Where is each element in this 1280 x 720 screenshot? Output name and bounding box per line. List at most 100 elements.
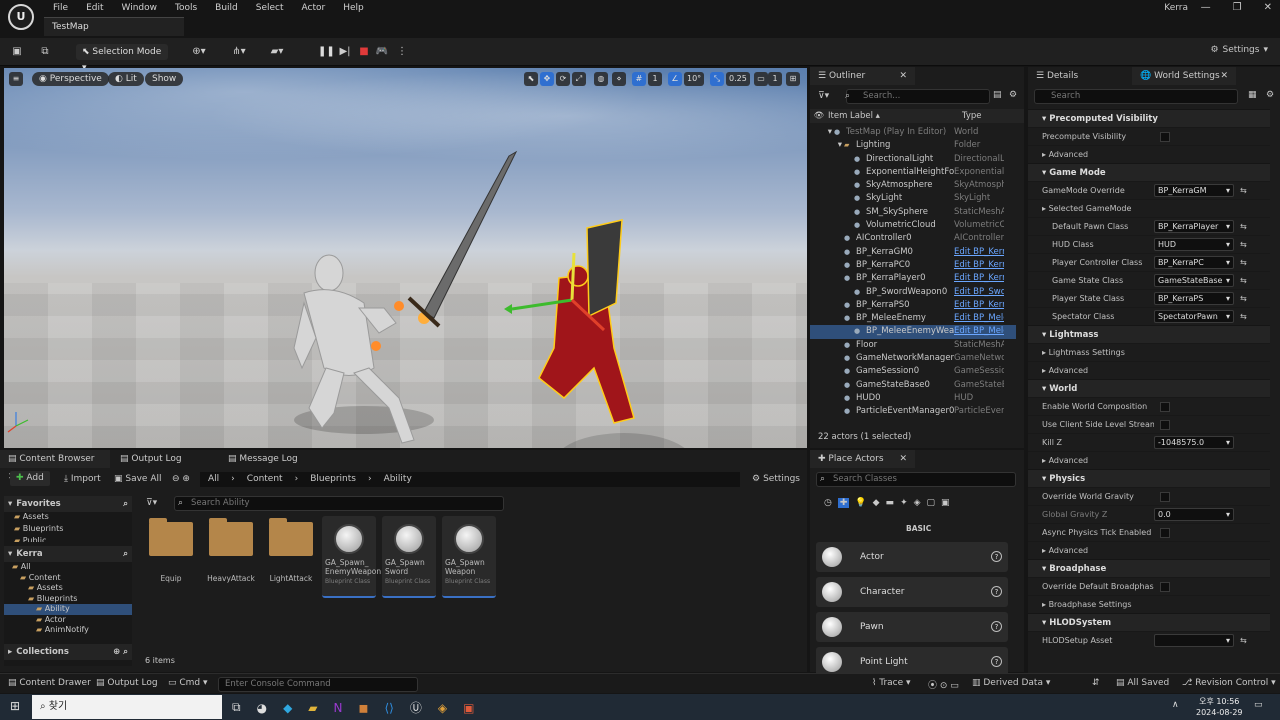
stop-icon[interactable]: ■ <box>357 45 371 59</box>
clock[interactable]: 오후 10:56 2024-08-29 <box>1196 696 1243 718</box>
outliner-row[interactable]: ● GameSession0 GameSessio <box>810 365 1016 378</box>
help-icon[interactable]: ? <box>991 656 1002 667</box>
cinematic-category-icon[interactable]: ▬ <box>886 498 895 508</box>
step-icon[interactable]: ▶| <box>338 45 352 59</box>
outliner-row[interactable]: ● GameNetworkManager0GameNetwor <box>810 352 1016 365</box>
outliner-row[interactable]: ● SkyLight SkyLight <box>810 192 1016 205</box>
grid-size-value[interactable]: 1 <box>648 72 662 86</box>
maximize-icon[interactable]: ❐ <box>1233 2 1242 13</box>
save-icon[interactable]: ▣ <box>10 45 24 59</box>
content-search-input[interactable]: Search Ability <box>174 496 504 511</box>
breadcrumb-all[interactable]: All <box>208 472 219 487</box>
shapes-category-icon[interactable]: ◆ <box>873 498 880 508</box>
rotate-tool-icon[interactable]: ⟳ <box>556 72 570 86</box>
outliner-row[interactable]: ▾ ▰ Lighting Folder <box>810 139 1016 152</box>
windows-start-icon[interactable]: ⊞ <box>10 699 20 713</box>
unreal-logo-icon[interactable]: U <box>8 4 34 30</box>
outliner-row[interactable]: ● ParticleEventManager0 ParticleEven <box>810 405 1016 418</box>
cmd-dropdown[interactable]: ▭ Cmd ▾ <box>168 678 208 688</box>
record-icon[interactable]: ⦿ ⊙ ▭ <box>928 678 959 691</box>
tab-world-settings[interactable]: 🌐 World Settings ✕ <box>1132 67 1236 85</box>
app-icon[interactable]: ◆ <box>283 701 292 715</box>
column-type[interactable]: Type <box>962 111 982 121</box>
property-dropdown[interactable]: BP_KerraPS <box>1154 292 1234 305</box>
property-checkbox[interactable] <box>1160 420 1170 430</box>
vscode-icon[interactable]: ⟨⟩ <box>384 701 393 715</box>
help-icon[interactable]: ? <box>991 621 1002 632</box>
browse-asset-icon[interactable]: ⇆ <box>1240 632 1247 649</box>
property-number-input[interactable]: 0.0 <box>1154 508 1234 521</box>
property-dropdown[interactable]: BP_KerraPC <box>1154 256 1234 269</box>
details-subsection[interactable]: ▸ Lightmass Settings <box>1028 343 1270 361</box>
browse-asset-icon[interactable]: ⇆ <box>1240 236 1247 253</box>
search-icon[interactable]: ⌕ <box>123 549 128 559</box>
close-icon[interactable]: ✕ <box>899 67 907 85</box>
details-section-header[interactable]: ▾ Broadphase <box>1028 559 1270 577</box>
console-input[interactable]: Enter Console Command <box>218 677 418 692</box>
source-control-icon[interactable]: ⇵ <box>1092 678 1100 688</box>
tab-testmap[interactable]: TestMap <box>44 17 184 36</box>
favorite-item[interactable]: ▰ Blueprints <box>4 524 132 536</box>
table-view-icon[interactable]: ▦ <box>1248 90 1257 100</box>
import-button[interactable]: ⤓ Import <box>64 472 101 487</box>
tab-output-log[interactable]: ▤ Output Log <box>112 450 207 468</box>
menu-select[interactable]: Select <box>247 0 293 17</box>
column-item-label[interactable]: Item Label ▴ <box>828 111 962 121</box>
grid-snap-icon[interactable]: # <box>632 72 646 86</box>
all-saved-button[interactable]: ▤ All Saved <box>1116 678 1169 688</box>
menu-edit[interactable]: Edit <box>77 0 112 17</box>
outliner-row[interactable]: ● Floor StaticMeshA <box>810 339 1016 352</box>
outliner-item-type[interactable]: Edit BP_Kerr <box>954 259 1004 272</box>
details-subsection[interactable]: ▸ Advanced <box>1028 361 1270 379</box>
app-icon[interactable]: ◈ <box>438 701 447 715</box>
menu-actor[interactable]: Actor <box>293 0 335 17</box>
history-back-icon[interactable]: ⊖ ⊕ <box>172 472 190 487</box>
folder-tree-item[interactable]: ▰ AnimNotify <box>4 625 132 634</box>
surface-snap-icon[interactable]: ⋄ <box>612 72 626 86</box>
project-header[interactable]: ▾ Kerra ⌕ <box>4 546 132 562</box>
level-viewport[interactable]: ≡ ◉ Perspective ◐ Lit Show ⬉ ✥ ⟳ ⤢ ◍ ⋄ #… <box>4 68 807 448</box>
details-section-header[interactable]: ▾ HLODSystem <box>1028 613 1270 631</box>
all-classes-category-icon[interactable]: ▣ <box>941 498 950 508</box>
outliner-item-type[interactable]: Edit BP_Kerr <box>954 299 1004 312</box>
property-dropdown[interactable]: HUD <box>1154 238 1234 251</box>
property-dropdown[interactable]: BP_KerraPlayer <box>1154 220 1234 233</box>
lit-button[interactable]: ◐ Lit <box>108 72 144 86</box>
select-tool-icon[interactable]: ⬉ <box>524 72 538 86</box>
details-subsection[interactable]: ▸ Advanced <box>1028 145 1270 163</box>
content-settings-button[interactable]: ⚙ Settings <box>752 472 800 487</box>
menu-tools[interactable]: Tools <box>166 0 206 17</box>
help-icon[interactable]: ? <box>991 551 1002 562</box>
browse-asset-icon[interactable]: ⇆ <box>1240 308 1247 325</box>
outliner-row[interactable]: ▾ ● TestMap (Play In Editor) World <box>810 126 1016 139</box>
blueprint-asset-tile[interactable]: GA_Spawn_ EnemyWeapon Blueprint Class <box>322 516 381 598</box>
blueprint-asset-tile[interactable]: GA_Spawn Sword Blueprint Class <box>382 516 436 598</box>
selection-mode-button[interactable]: ⬉ Selection Mode ▾ <box>76 44 168 73</box>
search-icon[interactable]: ⌕ <box>123 499 128 509</box>
details-section-header[interactable]: ▾ Precomputed Visibility <box>1028 109 1270 127</box>
save-all-button[interactable]: ▣ Save All <box>114 472 162 487</box>
tab-place-actors[interactable]: ✚ Place Actors ✕ <box>810 450 915 468</box>
place-search-input[interactable]: Search Classes <box>816 472 1016 487</box>
folder-tile[interactable]: LightAttack <box>264 516 318 583</box>
outliner-row[interactable]: ● SkyAtmosphere SkyAtmosph <box>810 179 1016 192</box>
tab-details[interactable]: ☰ Details <box>1028 67 1128 85</box>
app-icon[interactable]: ▣ <box>463 701 474 715</box>
tab-outliner[interactable]: ☰ Outliner ✕ <box>810 67 915 85</box>
property-dropdown[interactable]: BP_KerraGM <box>1154 184 1234 197</box>
property-dropdown[interactable]: SpectatorPawn <box>1154 310 1234 323</box>
outliner-row[interactable]: ● SM_SkySphere StaticMeshA <box>810 206 1016 219</box>
basic-category-icon[interactable]: ✚ <box>837 498 850 508</box>
details-section-header[interactable]: ▾ Game Mode <box>1028 163 1270 181</box>
cinematics-icon[interactable]: ▰▾ <box>270 45 284 59</box>
visual-effects-category-icon[interactable]: ✦ <box>900 498 908 508</box>
menu-file[interactable]: File <box>44 0 77 17</box>
minimize-icon[interactable]: — <box>1201 2 1211 13</box>
outliner-row[interactable]: ● BP_KerraPlayer0 Edit BP_Kerr <box>810 272 1016 285</box>
help-icon[interactable]: ? <box>991 586 1002 597</box>
outliner-row[interactable]: ● BP_SwordWeapon0 Edit BP_Swo <box>810 286 1016 299</box>
details-section-header[interactable]: ▾ Lightmass <box>1028 325 1270 343</box>
details-search-input[interactable]: Search <box>1034 89 1238 104</box>
outliner-row[interactable]: ● BP_MeleeEnemy Edit BP_Mele <box>810 312 1016 325</box>
rotation-snap-icon[interactable]: ∠ <box>668 72 682 86</box>
